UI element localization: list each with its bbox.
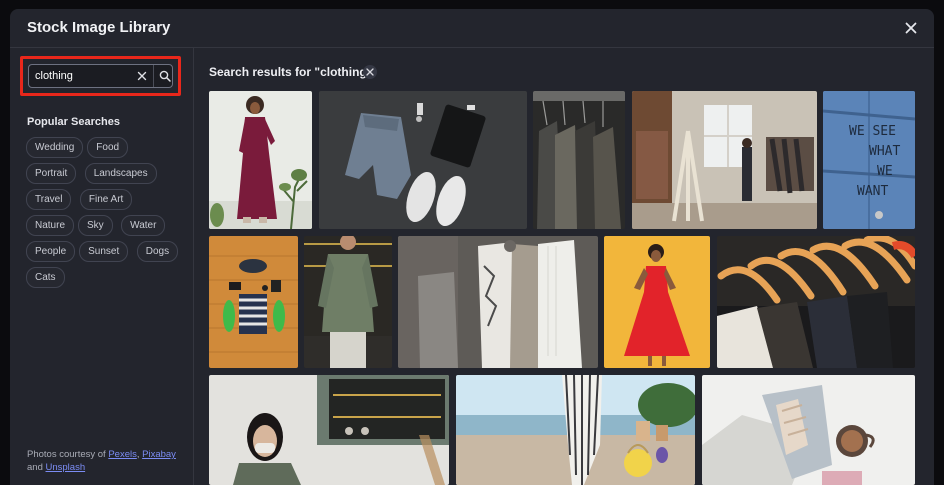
photo-woman-mask-green[interactable] xyxy=(209,375,449,485)
chip-people[interactable]: People xyxy=(26,241,76,262)
photo-jeans-shoes-flatlay[interactable] xyxy=(319,91,527,229)
sidebar: Popular Searches WeddingFood Portrait Lan… xyxy=(10,48,194,485)
denim-text-4: WANT xyxy=(857,184,888,199)
credit-and: and xyxy=(27,462,43,473)
search-divider xyxy=(153,65,154,87)
photo-clothing-store-interior[interactable] xyxy=(632,91,817,229)
unsplash-link[interactable]: Unsplash xyxy=(46,462,86,473)
photo-white-shirts-rack[interactable] xyxy=(398,236,598,368)
photo-green-jacket-man[interactable] xyxy=(304,236,392,368)
stock-image-modal: Stock Image Library Popular Searches Wed… xyxy=(10,9,934,485)
photo-credit: Photos courtesy of Pexels, Pixabay and U… xyxy=(27,448,187,474)
modal-header: Stock Image Library xyxy=(10,9,934,48)
denim-text-2: WHAT xyxy=(869,144,900,159)
clear-results-icon xyxy=(366,68,374,76)
close-icon[interactable] xyxy=(902,19,920,37)
photo-dark-shirts-hangers[interactable] xyxy=(533,91,625,229)
search-icon[interactable] xyxy=(159,70,171,82)
photo-wooden-hangers[interactable] xyxy=(717,236,915,368)
chip-dogs[interactable]: Dogs xyxy=(136,241,179,262)
chip-nature[interactable]: Nature xyxy=(26,215,75,236)
chip-food[interactable]: Food xyxy=(87,137,129,158)
chip-travel[interactable]: Travel xyxy=(26,189,72,210)
chip-sunset[interactable]: Sunset xyxy=(79,241,129,262)
pexels-link[interactable]: Pexels xyxy=(108,449,137,460)
chip-water[interactable]: Water xyxy=(121,215,166,236)
chip-sky[interactable]: Sky xyxy=(78,215,113,236)
search-box xyxy=(28,64,173,88)
photo-jeans-coffee-flatlay[interactable] xyxy=(702,375,915,485)
photo-woman-red-dress[interactable] xyxy=(209,91,312,229)
chip-cats[interactable]: Cats xyxy=(26,267,65,288)
chip-landscapes[interactable]: Landscapes xyxy=(84,163,157,184)
clear-search-icon[interactable] xyxy=(137,71,147,81)
search-input[interactable] xyxy=(35,68,127,84)
photo-red-dress-yellow-bg[interactable] xyxy=(604,236,710,368)
popular-searches-list: Wedding Food Portrait Landscapes Travel Fin… xyxy=(26,137,186,293)
results-title: Search results for "clothing" xyxy=(209,65,373,79)
chip-wedding[interactable]: Wedding xyxy=(26,137,84,158)
photo-striped-pants-beach[interactable] xyxy=(456,375,695,485)
credit-comma: , xyxy=(136,449,140,460)
search-highlight xyxy=(20,56,181,96)
denim-text-3: WE xyxy=(877,164,893,179)
chip-portrait[interactable]: Portrait xyxy=(26,163,77,184)
chip-fine-art[interactable]: Fine Art xyxy=(79,189,133,210)
popular-searches-title: Popular Searches xyxy=(27,116,120,128)
credit-prefix: Photos courtesy of xyxy=(27,449,106,460)
clear-results-button[interactable] xyxy=(363,65,377,79)
modal-title: Stock Image Library xyxy=(27,19,171,36)
photo-beach-items-flatlay[interactable] xyxy=(209,236,298,368)
photo-denim-jacket-text[interactable]: WE SEE WHAT WE WANT xyxy=(823,91,915,229)
denim-text-1: WE SEE xyxy=(849,124,896,139)
pixabay-link[interactable]: Pixabay xyxy=(142,449,176,460)
